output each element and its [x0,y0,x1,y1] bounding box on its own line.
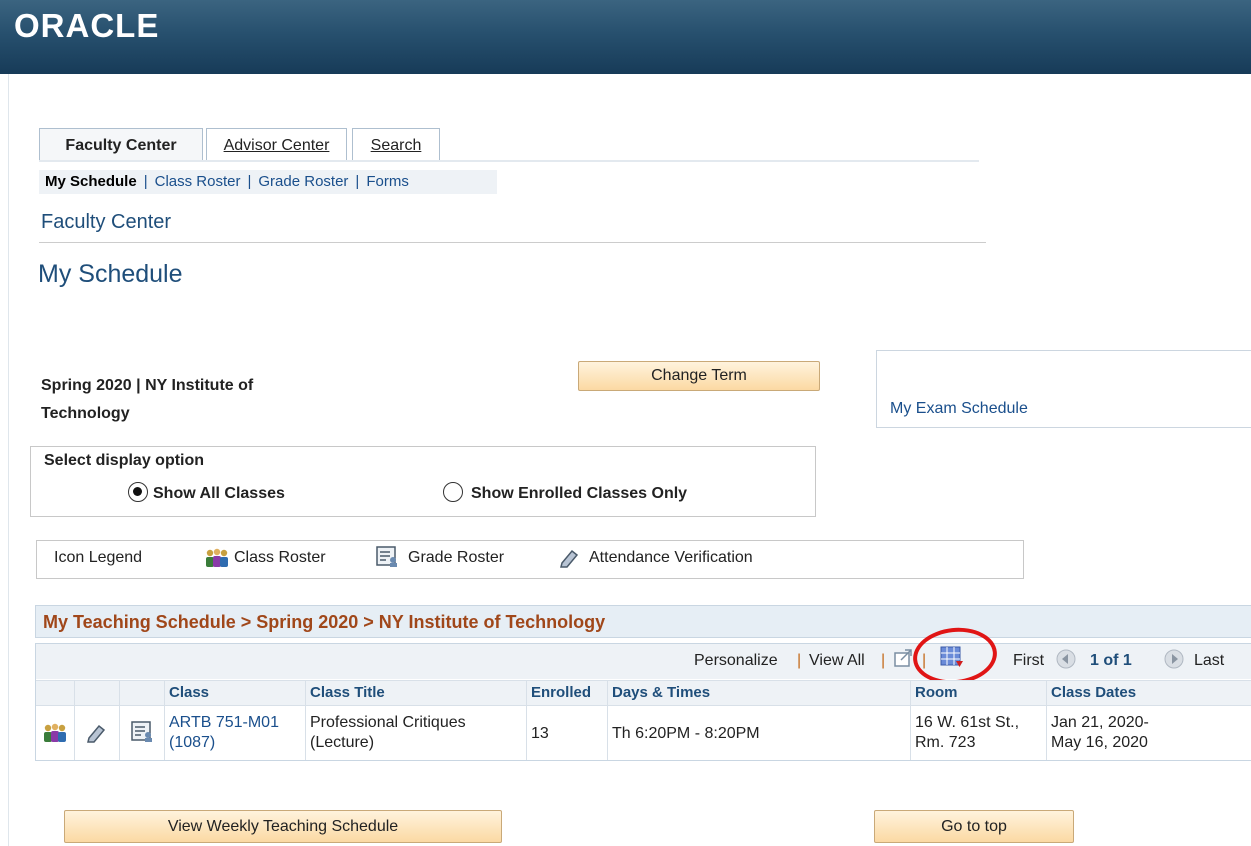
class-number[interactable]: (1087) [169,733,279,753]
attendance-verification-icon[interactable] [85,722,107,744]
column-divider [607,680,608,760]
class-title-cell: Professional Critiques (Lecture) [310,713,466,753]
page-title: My Schedule [38,260,183,288]
column-header-enrolled: Enrolled [531,684,592,701]
toolbar-separator: | [881,652,886,669]
column-divider [526,680,527,760]
class-start-date: Jan 21, 2020- [1051,714,1149,731]
page-count: 1 of 1 [1090,652,1132,669]
class-end-date: May 16, 2020 [1051,734,1148,751]
sub-navigation: My Schedule | Class Roster | Grade Roster | Fo… [39,170,497,194]
view-weekly-teaching-schedule-button[interactable]: View Weekly Teaching Schedule [64,810,502,843]
column-divider [305,680,306,760]
first-link[interactable]: First [1013,652,1044,670]
tab-label: Search [370,137,422,154]
column-divider [164,680,165,760]
tab-divider [39,160,979,162]
icon-legend-label: Icon Legend [54,549,143,566]
my-exam-schedule-link[interactable]: My Exam Schedule [890,400,1028,418]
legend-grade-roster: Grade Roster [408,549,505,566]
left-divider [8,74,9,846]
term-info: Spring 2020 | NY Institute of Technology [41,377,254,422]
subnav-separator: | [247,173,252,190]
show-enrolled-only-label[interactable]: Show Enrolled Classes Only [471,485,687,503]
show-all-classes-label[interactable]: Show All Classes [153,485,285,503]
attendance-verification-icon [560,549,579,568]
enrolled-cell: 13 [531,725,549,742]
prev-arrow-icon[interactable] [1055,648,1077,670]
view-all-link[interactable]: View All [809,652,865,670]
class-code[interactable]: ARTB 751-M01 [169,713,279,733]
tab-label: Faculty Center [65,137,177,154]
tab-faculty-center[interactable]: Faculty Center [39,128,203,161]
subnav-class-roster[interactable]: Class Roster [155,173,241,190]
icon-legend-box [36,540,1024,579]
column-header-days-times: Days & Times [612,684,711,701]
column-header-class-dates: Class Dates [1051,684,1137,701]
column-header-class: Class [169,684,210,701]
legend-attendance-verification: Attendance Verification [589,549,753,566]
show-all-classes-radio[interactable] [128,482,148,502]
subnav-my-schedule: My Schedule [45,173,137,190]
column-divider [74,680,75,760]
oracle-logo: ORACLE [14,7,159,42]
last-link[interactable]: Last [1194,652,1224,670]
class-roster-icon [206,548,228,567]
tab-advisor-center[interactable]: Advisor Center [206,128,347,161]
class-link[interactable]: ARTB 751-M01 (1087) [169,713,279,753]
subnav-separator: | [355,173,360,190]
class-title: Professional Critiques [310,714,466,731]
subnav-forms[interactable]: Forms [366,173,409,190]
next-arrow-icon[interactable] [1163,648,1185,670]
go-to-top-button[interactable]: Go to top [874,810,1074,843]
section-divider [39,242,986,243]
legend-class-roster: Class Roster [234,549,326,566]
column-divider [1046,680,1047,760]
class-roster-icon[interactable] [42,722,68,744]
personalize-link[interactable]: Personalize [694,652,778,670]
subnav-grade-roster[interactable]: Grade Roster [258,173,348,190]
section-title: Faculty Center [41,211,172,233]
toolbar-separator: | [797,652,802,669]
tab-search[interactable]: Search [352,128,440,161]
show-enrolled-only-radio[interactable] [443,482,463,502]
room-number: Rm. 723 [915,734,976,751]
class-dates-cell: Jan 21, 2020- May 16, 2020 [1051,713,1149,753]
svg-text:ORACLE: ORACLE [14,7,159,42]
days-times-cell: Th 6:20PM - 8:20PM [612,725,760,742]
column-divider [910,680,911,760]
column-header-class-title: Class Title [310,684,385,701]
column-header-room: Room [915,684,958,701]
tab-label: Advisor Center [223,137,330,154]
grade-roster-icon[interactable] [131,721,155,743]
class-component: (Lecture) [310,734,375,751]
grade-roster-icon [376,546,397,567]
change-term-button[interactable]: Change Term [578,361,820,391]
download-icon[interactable] [893,648,915,668]
room-building: 16 W. 61st St., [915,714,1020,731]
teaching-schedule-title: My Teaching Schedule > Spring 2020 > NY … [43,612,606,632]
display-option-label: Select display option [44,452,205,469]
room-cell: 16 W. 61st St., Rm. 723 [915,713,1019,753]
subnav-separator: | [143,173,148,190]
column-divider [119,680,120,760]
